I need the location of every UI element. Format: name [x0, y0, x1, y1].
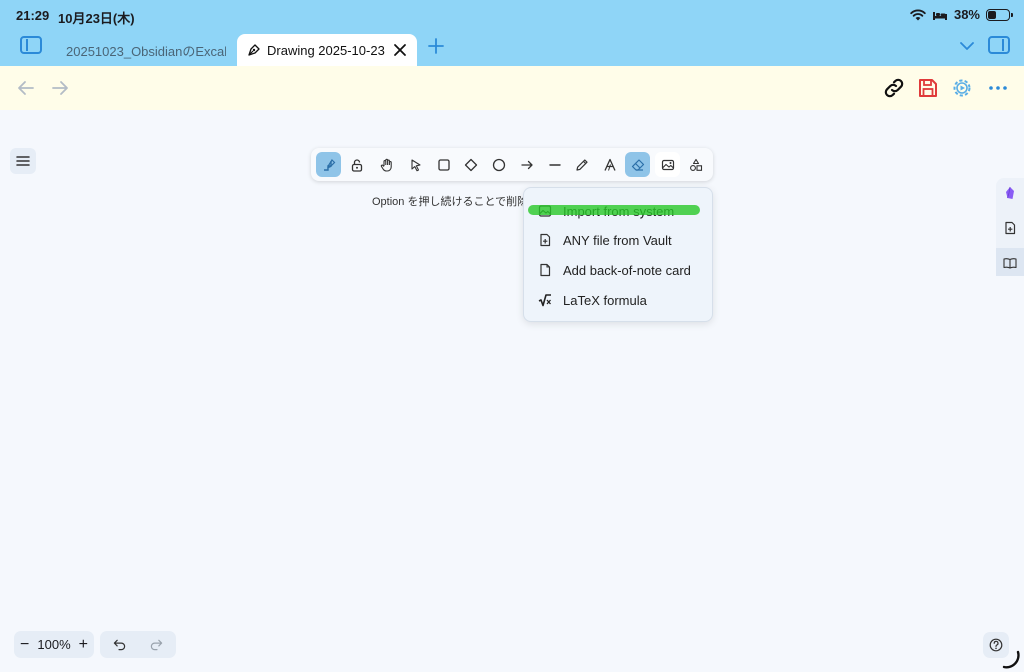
- pen-tool-icon: [248, 44, 260, 56]
- shapes-library-icon: [689, 158, 702, 171]
- wifi-icon: [910, 9, 926, 20]
- book-open-icon[interactable]: [1003, 256, 1017, 270]
- status-bar: 21:29 10月23日(木) 38%: [0, 0, 1024, 30]
- diamond-icon: [464, 158, 477, 171]
- settings-gear-icon[interactable]: [950, 76, 974, 100]
- status-time: 21:29: [16, 8, 50, 23]
- tool-insert-image[interactable]: [655, 152, 680, 177]
- status-right: 38%: [910, 7, 1013, 22]
- line-icon: [548, 163, 561, 166]
- loading-spinner-icon: [1002, 650, 1020, 669]
- zoom-out-button[interactable]: −: [20, 636, 29, 654]
- tool-diamond[interactable]: [458, 152, 483, 177]
- status-date: 10月23日(木): [58, 11, 135, 26]
- sqrt-icon: [538, 294, 551, 307]
- tool-select[interactable]: [403, 152, 428, 177]
- eraser-hint-text: Option を押し続けることで削除: [372, 196, 529, 208]
- tool-arrow[interactable]: [514, 152, 539, 177]
- menu-item-any-file-from-vault[interactable]: ANY file from Vault: [538, 230, 672, 250]
- tab-drawing[interactable]: Drawing 2025-10-23 ...: [237, 34, 417, 66]
- close-tab-icon[interactable]: [393, 43, 407, 57]
- tool-rectangle[interactable]: [431, 152, 456, 177]
- menu-item-label: LaTeX formula: [563, 292, 647, 308]
- right-sidebar-toggle-icon[interactable]: [988, 36, 1010, 54]
- hand-pan-icon: [380, 158, 392, 172]
- save-icon[interactable]: [916, 76, 940, 100]
- battery-icon: [986, 8, 1013, 21]
- forward-arrow-icon[interactable]: [50, 78, 70, 98]
- back-arrow-icon[interactable]: [16, 78, 36, 98]
- circle-icon: [492, 158, 505, 171]
- view-header: [0, 66, 1024, 110]
- tab-label: 20251023_ObsidianのExcalid...: [66, 43, 226, 59]
- tool-library[interactable]: [683, 152, 708, 177]
- file-plus-icon[interactable]: [1003, 221, 1017, 235]
- link-icon[interactable]: [882, 76, 906, 100]
- main-menu-button[interactable]: [10, 148, 36, 174]
- tool-lock[interactable]: [344, 152, 369, 177]
- unlock-icon: [351, 158, 362, 172]
- eraser-icon: [631, 158, 644, 171]
- image-icon: [661, 159, 674, 170]
- obsidian-gem-icon[interactable]: [1003, 186, 1017, 200]
- file-icon: [540, 263, 551, 277]
- hamburger-menu-icon: [16, 156, 30, 166]
- menu-item-add-back-of-note-card[interactable]: Add back-of-note card: [538, 260, 691, 280]
- arrow-right-icon: [520, 160, 533, 169]
- more-options-icon[interactable]: [986, 76, 1010, 100]
- tool-shape-recognition[interactable]: [316, 152, 341, 177]
- tab-bar: 21:29 10月23日(木) 38% 20251023_ObsidianのEx…: [0, 0, 1024, 66]
- battery-percent: 38%: [953, 7, 980, 22]
- menu-item-label: ANY file from Vault: [563, 232, 672, 248]
- tab-label: Drawing 2025-10-23 ...: [267, 42, 385, 58]
- drawing-toolbar: [311, 148, 713, 181]
- left-sidebar-toggle-icon[interactable]: [20, 36, 42, 54]
- redo-icon[interactable]: [150, 638, 163, 651]
- zoom-level[interactable]: 100%: [37, 637, 70, 652]
- right-side-panel: [996, 178, 1024, 276]
- file-plus-icon: [540, 233, 551, 247]
- tool-line[interactable]: [542, 152, 567, 177]
- pencil-icon: [575, 158, 588, 171]
- tool-hand[interactable]: [374, 152, 399, 177]
- text-a-icon: [603, 158, 616, 171]
- undo-redo-controls: [100, 631, 176, 658]
- tool-text[interactable]: [597, 152, 622, 177]
- menu-item-label: Add back-of-note card: [563, 262, 691, 278]
- battery-fill: [988, 10, 996, 19]
- tool-draw[interactable]: [569, 152, 594, 177]
- rectangle-icon: [437, 158, 450, 171]
- tool-ellipse[interactable]: [486, 152, 511, 177]
- cursor-arrow-icon: [410, 158, 421, 171]
- zoom-in-button[interactable]: +: [79, 636, 88, 654]
- tool-eraser[interactable]: [625, 152, 650, 177]
- tab-obsidian-note[interactable]: 20251023_ObsidianのExcalid...: [56, 34, 236, 66]
- new-tab-plus-icon[interactable]: [428, 38, 444, 54]
- pen-shape-icon: [323, 158, 335, 171]
- undo-icon[interactable]: [113, 638, 126, 651]
- menu-item-latex-formula[interactable]: LaTeX formula: [538, 290, 647, 310]
- green-highlighter-stroke: [528, 205, 700, 215]
- chevron-down-icon[interactable]: [960, 41, 974, 51]
- sleep-bed-icon: [932, 11, 947, 20]
- zoom-controls: − 100% +: [14, 631, 94, 658]
